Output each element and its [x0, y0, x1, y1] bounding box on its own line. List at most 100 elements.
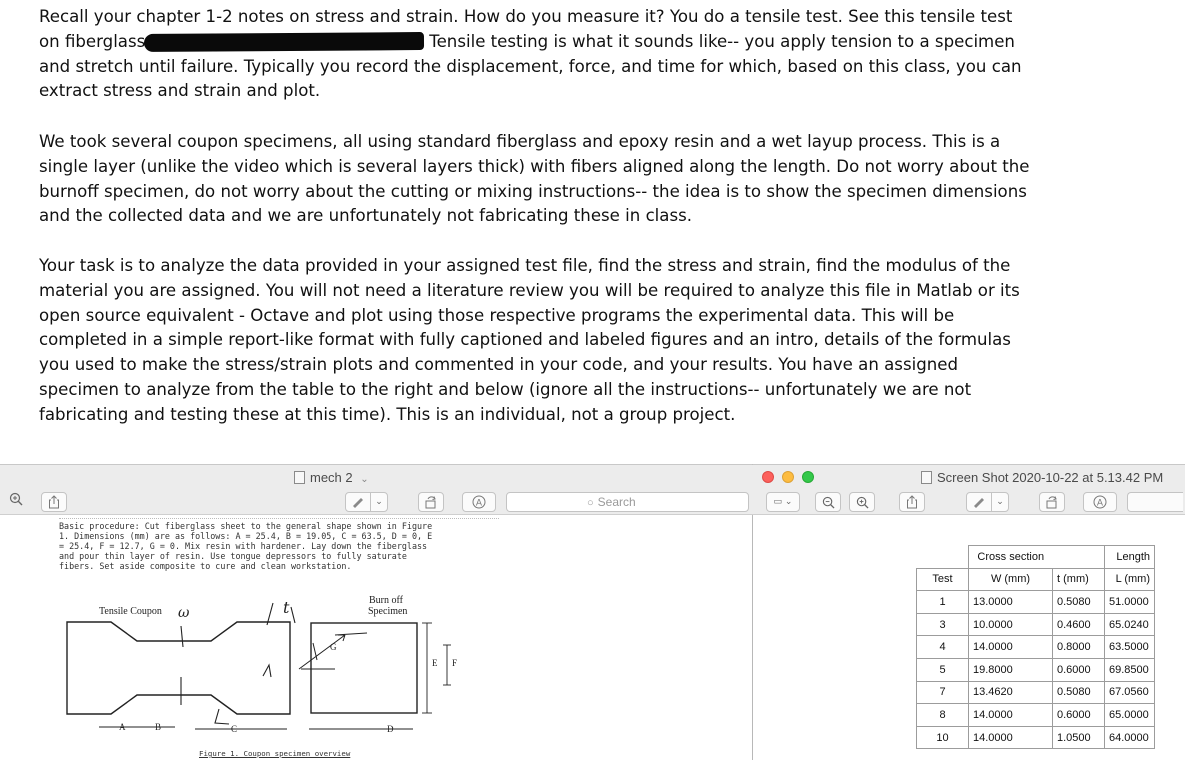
table-cell: 63.5000: [1104, 635, 1155, 659]
preview-window-mech2: mech 2 ⌄ ⌄ A ○ Search Basic procedure: Cu…: [0, 464, 753, 760]
table-body: 1 13.0000 0.5080 51.0000 3 10.0000 0.4600 65.02…: [916, 590, 1155, 750]
annotate-circle-button[interactable]: A: [462, 492, 496, 512]
table-cell: 0.4600: [1052, 612, 1105, 637]
specimen-table: Cross section Length Test W (mm) t (mm) …: [916, 545, 1155, 750]
intro-line-3: and stretch until failure. Typically you…: [39, 56, 1022, 76]
table-cell: 14.0000: [968, 635, 1053, 659]
share-button[interactable]: [899, 492, 925, 512]
chevron-down-icon: ⌄: [360, 474, 369, 485]
table-row: 7 13.4620 0.5080 67.0560: [916, 680, 1155, 705]
a-label: A: [119, 722, 126, 732]
g-arrow: [298, 634, 346, 670]
table-cell: 1.0500: [1052, 725, 1105, 750]
table-cell: 0.5080: [1052, 590, 1105, 614]
annotate-circle-button[interactable]: A: [1083, 492, 1117, 512]
w-arrow: [180, 625, 184, 648]
table-cell: 65.0000: [1104, 703, 1155, 727]
intro-line-2-end: Tensile testing is what it sounds like--…: [429, 31, 1015, 51]
zoom-in-button[interactable]: [849, 492, 875, 512]
markup-menu-chevron-icon[interactable]: ⌄: [991, 492, 1009, 512]
markup-pen-button[interactable]: [345, 492, 371, 512]
window-title[interactable]: mech 2 ⌄: [294, 470, 369, 485]
table-row: 5 19.8000 0.6000 69.8500: [916, 657, 1155, 682]
length-header: Length: [1104, 545, 1155, 569]
g-label: G: [330, 642, 337, 652]
table-cell: 0.5080: [1052, 680, 1105, 705]
table-row: 10 14.0000 1.0500 64.0000: [916, 725, 1155, 750]
table-cell: 0.6000: [1052, 703, 1105, 727]
document-page: Recall your chapter 1-2 notes on stress …: [0, 0, 1185, 464]
document-icon: [294, 471, 305, 484]
table-cell: 67.0560: [1104, 680, 1155, 705]
t-handwriting: t: [283, 598, 290, 617]
table-cell: 65.0240: [1104, 612, 1155, 637]
w-handwriting: ω: [178, 605, 190, 621]
table-header-row-top: Cross section Length: [916, 545, 1155, 569]
table-cell: 19.8000: [968, 657, 1053, 682]
table-cell: 14.0000: [968, 725, 1053, 750]
zoom-out-button[interactable]: [815, 492, 841, 512]
table-cell: 1: [916, 590, 969, 614]
table-cell: 13.0000: [968, 590, 1053, 614]
paragraph-task: Your task is to analyze the data provide…: [39, 256, 1020, 424]
intro-line-4: extract stress and strain and plot.: [39, 81, 321, 101]
thickness-header: t (mm): [1052, 567, 1105, 592]
intro-line-1: Recall your chapter 1-2 notes on stress …: [39, 7, 1013, 26]
f-label: F: [452, 658, 457, 668]
window-toolbar: mech 2 ⌄ ⌄ A ○ Search: [0, 465, 753, 515]
svg-text:A: A: [476, 499, 483, 509]
redaction-mark: [143, 32, 425, 52]
table-cell: 51.0000: [1104, 590, 1155, 614]
markup-pen-button[interactable]: [966, 492, 992, 512]
up-arrow: [262, 663, 272, 678]
table-row: 4 14.0000 0.8000 63.5000: [916, 635, 1155, 659]
image-file-icon: [921, 471, 932, 484]
table-cell: 0.8000: [1052, 635, 1105, 659]
e-label: E: [432, 658, 438, 668]
rotate-button[interactable]: [1039, 492, 1065, 512]
table-header-row: Test W (mm) t (mm) L (mm): [916, 567, 1155, 592]
paragraph-specimens: We took several coupon specimens, all us…: [39, 132, 1030, 226]
window-toolbar: Screen Shot 2020-10-22 at 5.13.42 PM ▭ ⌄…: [753, 465, 1185, 515]
window-title[interactable]: Screen Shot 2020-10-22 at 5.13.42 PM: [921, 470, 1163, 485]
preview-window-screenshot: Screen Shot 2020-10-22 at 5.13.42 PM ▭ ⌄…: [753, 464, 1185, 760]
d-label: D: [387, 724, 394, 734]
burnoff-specimen-outline: [310, 622, 418, 714]
table-row: 8 14.0000 0.6000 65.0000: [916, 703, 1155, 727]
table-cell: 10: [916, 725, 969, 750]
table-cell: 64.0000: [1104, 725, 1155, 750]
markup-menu-chevron-icon[interactable]: ⌄: [370, 492, 388, 512]
table-cell: 0.6000: [1052, 657, 1105, 682]
table-cell: 13.4620: [968, 680, 1053, 705]
minimize-button[interactable]: [782, 471, 794, 483]
zoom-button[interactable]: [802, 471, 814, 483]
table-cell: 3: [916, 612, 969, 637]
l-mark: [214, 708, 230, 725]
rotate-button[interactable]: [418, 492, 444, 512]
length-unit-header: L (mm): [1104, 567, 1155, 592]
paragraph-intro: Recall your chapter 1-2 notes on stress …: [39, 5, 1039, 104]
table-cell: 14.0000: [968, 703, 1053, 727]
zoom-in-icon[interactable]: [5, 492, 27, 512]
test-header: Test: [916, 567, 969, 592]
b-label: B: [155, 722, 161, 732]
search-input[interactable]: [1127, 492, 1183, 512]
table-header-cell: [916, 545, 969, 569]
sidebar-toggle-button[interactable]: ▭ ⌄: [766, 492, 800, 512]
width-header: W (mm): [968, 567, 1053, 592]
search-input[interactable]: ○ Search: [506, 492, 749, 512]
table-cell: 7: [916, 680, 969, 705]
table-cell: 8: [916, 703, 969, 727]
table-header-cell: [1052, 545, 1105, 569]
intro-line-2-start: on fiberglass: [39, 31, 146, 51]
search-icon: ○: [587, 497, 594, 509]
c-label: C: [231, 724, 237, 734]
coupon-diagram: ω t G E F A B C D: [66, 598, 457, 734]
table-row: 3 10.0000 0.4600 65.0240: [916, 612, 1155, 637]
share-button[interactable]: [41, 492, 67, 512]
table-cell: 69.8500: [1104, 657, 1155, 682]
close-button[interactable]: [762, 471, 774, 483]
tensile-coupon-outline: [66, 621, 291, 715]
table-cell: 4: [916, 635, 969, 659]
table-cell: 10.0000: [968, 612, 1053, 637]
